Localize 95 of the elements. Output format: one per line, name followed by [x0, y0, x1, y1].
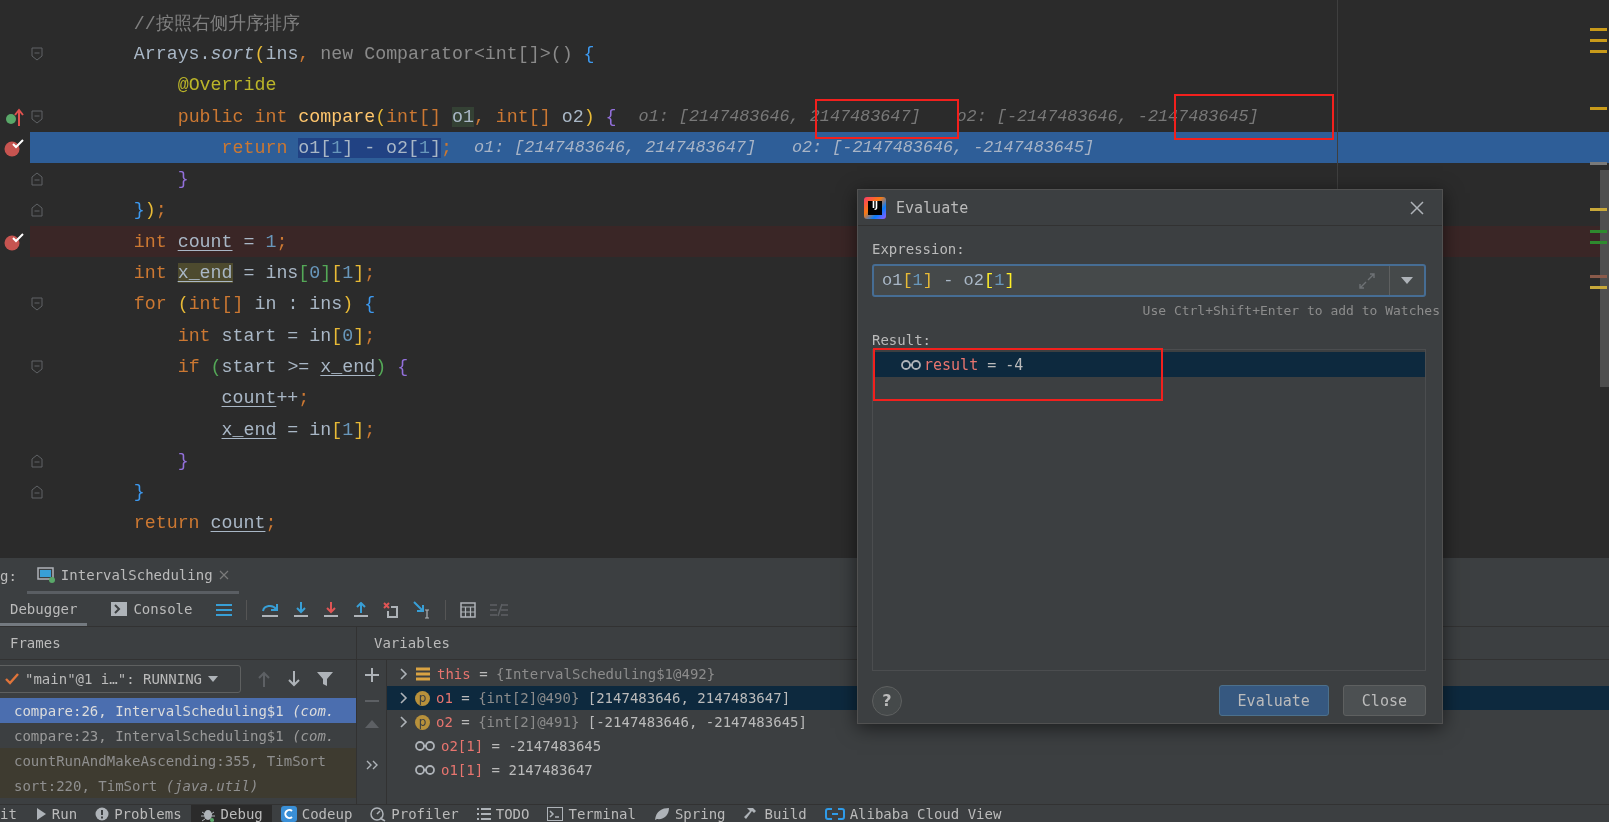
glasses-icon: [415, 740, 435, 752]
tool-window-button[interactable]: Spring: [644, 805, 735, 822]
variable-entry[interactable]: o1 = {int[2]@490} [2147483646, 2147483647]: [436, 690, 791, 706]
run-icon: [34, 807, 47, 821]
tool-window-button[interactable]: Build: [734, 805, 816, 822]
code-line: return count;: [133, 513, 277, 534]
step-over-icon[interactable]: [261, 602, 280, 618]
check-icon: [5, 673, 19, 685]
codeup-icon: [280, 806, 297, 822]
breakpoint-icon[interactable]: [4, 231, 26, 252]
console-icon: [111, 601, 128, 616]
tool-window-button[interactable]: Codeup: [271, 805, 362, 822]
expand-icon[interactable]: [399, 668, 409, 680]
layout-icon[interactable]: [216, 603, 233, 617]
step-into-icon[interactable]: [293, 602, 310, 618]
session-tab-label: IntervalScheduling: [60, 566, 213, 583]
parameter-icon: p: [415, 690, 430, 706]
profiler-icon: [370, 806, 387, 822]
expand-icon[interactable]: [399, 692, 409, 704]
code-line: count++;: [221, 388, 310, 409]
tool-window-button[interactable]: Profiler: [361, 805, 468, 822]
code-line: int start = in[0];: [177, 325, 376, 346]
tool-window-title: g:: [0, 567, 18, 586]
code-line: if (start >= x_end) {: [177, 356, 409, 377]
down-arrow-icon[interactable]: [287, 671, 301, 687]
frame-item[interactable]: compare:26, IntervalScheduling$1 (com.: [0, 698, 356, 723]
code-line: }: [177, 169, 189, 190]
code-line: int x_end = ins[0][1];: [133, 263, 376, 283]
frame-item[interactable]: countRunAndMakeAscending:355, TimSort: [0, 748, 356, 773]
expand-icon[interactable]: [399, 716, 409, 728]
field-label: Result:: [872, 331, 931, 349]
force-step-into-icon[interactable]: [323, 602, 340, 618]
app-logo: IJ: [864, 196, 886, 219]
frame-item[interactable]: compare:23, IntervalScheduling$1 (com.: [0, 723, 356, 748]
tool-window-button[interactable]: Problems: [86, 805, 191, 822]
run-to-cursor-icon[interactable]: [413, 601, 432, 619]
code-line: x_end = in[1];: [221, 419, 376, 440]
caret-icon[interactable]: [1401, 277, 1413, 284]
tool-window-button[interactable]: it: [0, 805, 26, 822]
frame-item[interactable]: sort:220, TimSort (java.util): [0, 773, 356, 798]
variable-entry[interactable]: o2 = {int[2]@491} [-2147483646, -2147483645]: [436, 714, 807, 730]
expression-field[interactable]: o1[1] - o2[1]: [872, 264, 1426, 297]
tool-window-button[interactable]: Terminal: [538, 805, 645, 822]
code-line: @Override: [177, 75, 277, 96]
tool-window-button[interactable]: TODO: [467, 805, 539, 822]
glasses-icon: [415, 764, 435, 776]
drop-frame-icon[interactable]: [383, 602, 400, 618]
hint-text: Use Ctrl+Shift+Enter to add to Watches: [1142, 303, 1440, 319]
thread-dropdown[interactable]: "main"@1 i…": RUNNING: [0, 665, 241, 693]
result-entry[interactable]: result = -4: [924, 355, 1024, 374]
dialog-button[interactable]: Close: [1342, 685, 1426, 716]
parameter-icon: p: [415, 714, 430, 730]
calculator-icon[interactable]: [460, 602, 477, 618]
terminal-icon: [547, 807, 564, 821]
session-tab[interactable]: IntervalScheduling: [26, 558, 239, 594]
tool-window-button[interactable]: Run: [25, 805, 87, 822]
close-icon[interactable]: [218, 569, 229, 580]
override-icon[interactable]: [6, 106, 24, 127]
application-icon: [36, 566, 55, 583]
code-line: for (int[] in : ins) {: [133, 294, 376, 315]
field-label: Expression:: [872, 240, 965, 258]
code-line: });: [133, 200, 167, 221]
panel-title: Variables: [374, 635, 450, 651]
dialog-title: Evaluate: [896, 198, 970, 217]
more-icon[interactable]: [365, 760, 378, 770]
code-line: int count = 1;: [133, 231, 288, 252]
panel-tab[interactable]: Console: [101, 594, 203, 626]
add-icon[interactable]: [364, 668, 379, 682]
code-line: Arrays.sort(ins, new Comparator<int[]>() {: [133, 43, 595, 64]
inline-hint: o1: [2147483646, 2147483647]: [474, 138, 756, 158]
dialog-button[interactable]: Evaluate: [1218, 685, 1329, 716]
caret-icon: [208, 676, 218, 682]
step-out-icon[interactable]: [353, 602, 370, 618]
filter-icon[interactable]: [317, 671, 333, 687]
code-line: return o1[1] - o2[1];: [221, 137, 452, 158]
inline-hint: o2: [-2147483646, -2147483645]: [791, 138, 1095, 158]
variable-entry[interactable]: o1[1] = 2147483647: [441, 762, 593, 778]
variable-entry[interactable]: o2[1] = -2147483645: [441, 738, 602, 754]
glasses-icon: [901, 358, 921, 371]
breakpoint-icon[interactable]: [4, 137, 26, 158]
panel-title: Frames: [10, 635, 61, 651]
field-icon: [415, 667, 431, 681]
code-line: }: [133, 482, 145, 503]
code-line: public int compare(int[] o1, int[] o2) {: [177, 106, 617, 127]
tool-window-button[interactable]: Debug: [190, 805, 272, 822]
close-icon[interactable]: [1410, 200, 1424, 215]
leaf-icon: [653, 807, 670, 821]
tool-window-button[interactable]: Alibaba Cloud View: [815, 805, 1011, 822]
code-line: //按照右侧升序排序: [133, 13, 300, 36]
cloud-icon: [824, 807, 845, 821]
list-icon: [476, 808, 491, 820]
variable-entry[interactable]: this = {IntervalScheduling$1@492}: [437, 666, 716, 682]
code-line: }: [177, 450, 189, 471]
help-button[interactable]: ?: [872, 685, 902, 716]
panel-tab[interactable]: Debugger: [0, 594, 88, 626]
